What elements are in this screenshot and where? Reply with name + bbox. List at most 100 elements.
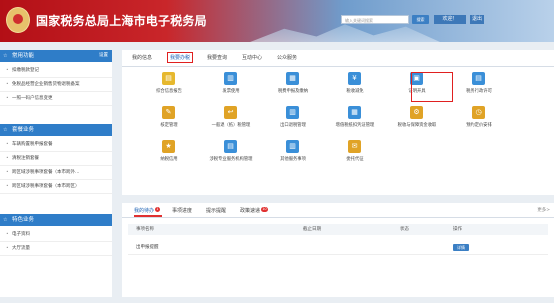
function-item[interactable]: ↩ 一般退（抵）税管理 <box>204 106 258 134</box>
site-header: 国家税务总局上海市电子税务局 输入关键词搜索 搜索 欢迎！ 退出 <box>0 0 554 42</box>
function-item[interactable]: ★ 纳税信用 <box>142 140 196 168</box>
sidebar-item-label: 清税注销套餐 <box>12 156 39 161</box>
bullet-icon: • <box>6 170 9 175</box>
function-icon: ¥ <box>348 72 361 85</box>
tax-emblem-logo <box>6 7 30 33</box>
tab-policy[interactable]: 政策速递 10 <box>240 207 268 214</box>
exit-button[interactable]: 退出 <box>470 15 484 24</box>
function-icon: ▤ <box>472 72 485 85</box>
function-item[interactable]: ▤ 涉税专业服务机构管理 <box>204 140 258 168</box>
section-title: 套餐业务 <box>12 127 35 133</box>
todo-panel: 我的待办 1 事项进度 提示提醒 政策速递 10 更多> 事项名称 截止日期 状态 … <box>122 203 554 297</box>
function-label: 一般退（抵）税管理 <box>211 123 251 128</box>
function-item[interactable]: ▤ 综合信息报告 <box>142 72 196 100</box>
detail-button[interactable]: 详情 <box>453 244 469 251</box>
bullet-icon: • <box>6 82 9 87</box>
sidebar-section-packages[interactable]: ☆ 套餐业务 <box>0 124 112 136</box>
function-icon: ▦ <box>348 106 361 119</box>
bullet-icon: • <box>6 184 9 189</box>
sidebar-section-common[interactable]: ☆ 常用功能 设置 <box>0 50 112 62</box>
function-label: 税收减免 <box>346 89 364 94</box>
star-icon: ☆ <box>3 53 8 59</box>
count-badge: 10 <box>261 207 268 212</box>
function-panel: 我的信息 我要办税 我要查询 互动中心 公众服务 ▤ 综合信息报告 ▥ 发票使用 ▦ 税费… <box>122 50 554 195</box>
sidebar-item-label: 大厅流量 <box>12 246 30 251</box>
function-item[interactable]: ▥ 出口退税管理 <box>266 106 320 134</box>
tab-progress[interactable]: 事项进度 <box>172 207 192 214</box>
sidebar-item[interactable]: • 免税品经营企业销售货物退税备案 <box>0 78 112 92</box>
search-button[interactable]: 搜索 <box>412 15 429 24</box>
sidebar-item[interactable]: • 扣缴税款登记 <box>0 64 112 78</box>
function-item[interactable]: ▦ 税费申报及缴纳 <box>266 72 320 100</box>
function-icon: ✉ <box>348 140 361 153</box>
function-label: 纳税信用 <box>160 157 178 162</box>
sidebar-item[interactable]: • 大厅流量 <box>0 242 112 256</box>
tab-my-todo[interactable]: 我的待办 1 <box>134 207 160 214</box>
function-item[interactable]: ▦ 增值税抵扣凭证管理 <box>328 106 382 134</box>
function-item[interactable]: ✉ 委托代征 <box>328 140 382 168</box>
function-item[interactable]: ▤ 税务行政许可 <box>452 72 506 100</box>
tab-query[interactable]: 我要查询 <box>207 54 227 61</box>
function-label: 预约定价安排 <box>466 123 492 128</box>
section-title: 常用功能 <box>12 53 35 59</box>
function-item[interactable]: ◷ 预约定价安排 <box>452 106 506 134</box>
function-icon: ★ <box>162 140 175 153</box>
tab-interaction[interactable]: 互动中心 <box>242 54 262 61</box>
sidebar-item[interactable]: • 清税注销套餐 <box>0 152 112 166</box>
sidebar-item[interactable]: • 车辆购置税申报套餐 <box>0 138 112 152</box>
sidebar-item-label: 电子资料 <box>12 232 30 237</box>
function-item[interactable]: ✎ 核定管理 <box>142 106 196 134</box>
function-icon: ▥ <box>286 140 299 153</box>
function-icon: ▥ <box>224 72 237 85</box>
function-icon: ◷ <box>472 106 485 119</box>
function-icon: ▥ <box>286 106 299 119</box>
bullet-icon: • <box>6 96 9 101</box>
sidebar-item[interactable]: • 电子资料 <box>0 228 112 242</box>
bullet-icon: • <box>6 156 9 161</box>
table-header: 事项名称 截止日期 状态 操作 <box>128 224 548 235</box>
more-link[interactable]: 更多> <box>537 207 550 213</box>
active-tab-underline <box>134 215 162 217</box>
site-title: 国家税务总局上海市电子税务局 <box>36 14 207 28</box>
section-title: 特色业务 <box>12 217 35 223</box>
sidebar-item-label: 扣缴税款登记 <box>12 68 39 73</box>
settings-link[interactable]: 设置 <box>99 50 108 62</box>
function-label: 税费申报及缴纳 <box>277 89 309 94</box>
function-icon: ⚙ <box>410 106 423 119</box>
search-input[interactable]: 输入关键词搜索 <box>341 15 409 24</box>
function-label: 出口退税管理 <box>280 123 306 128</box>
sidebar-item-label: 免税品经营企业销售货物退税备案 <box>12 82 80 87</box>
main-tabs: 我的信息 我要办税 我要查询 互动中心 公众服务 <box>122 50 554 67</box>
function-label: 税收与保障资金收取 <box>397 123 437 128</box>
welcome-button[interactable]: 欢迎！ <box>434 15 466 24</box>
tab-tax-handling[interactable]: 我要办税 <box>167 52 194 63</box>
table-row: 出申报提醒 详情 <box>128 242 548 255</box>
tab-label: 提示提醒 <box>206 208 227 214</box>
function-item[interactable]: ▥ 发票使用 <box>204 72 258 100</box>
function-label: 增值税抵扣凭证管理 <box>335 123 375 128</box>
function-label: 税务行政许可 <box>466 89 492 94</box>
bullet-icon: • <box>6 142 9 147</box>
tab-reminders[interactable]: 提示提醒 <box>206 207 226 214</box>
sidebar-section-special[interactable]: ☆ 特色业务 <box>0 214 112 226</box>
function-item[interactable]: ⚙ 税收与保障资金收取 <box>390 106 444 134</box>
function-item[interactable]: ¥ 税收减免 <box>328 72 382 100</box>
tab-public-service[interactable]: 公众服务 <box>277 54 297 61</box>
tab-my-info[interactable]: 我的信息 <box>132 54 152 61</box>
bullet-icon: • <box>6 246 9 251</box>
sidebar: ☆ 常用功能 设置 • 扣缴税款登记 • 免税品经营企业销售货物退税备案 • 一照一码… <box>0 50 112 297</box>
sidebar-item[interactable]: • 跨区域涉税事项套餐（本市跨区） <box>0 180 112 194</box>
function-item[interactable]: ▥ 其他服务事项 <box>266 140 320 168</box>
sidebar-item[interactable]: • 一照一码户信息变更 <box>0 92 112 106</box>
function-label: 核定管理 <box>160 123 178 128</box>
sidebar-item-label: 跨区域涉税事项套餐（本市跨外… <box>12 170 80 175</box>
column-header: 截止日期 <box>303 227 321 232</box>
selected-highlight <box>411 72 453 102</box>
function-label: 其他服务事项 <box>280 157 306 162</box>
tab-label: 我的待办 <box>134 208 155 214</box>
bullet-icon: • <box>6 232 9 237</box>
column-header: 状态 <box>400 227 409 232</box>
sidebar-item[interactable]: • 跨区域涉税事项套餐（本市跨外… <box>0 166 112 180</box>
sidebar-item-label: 车辆购置税申报套餐 <box>12 142 53 147</box>
function-label: 发票使用 <box>222 89 240 94</box>
